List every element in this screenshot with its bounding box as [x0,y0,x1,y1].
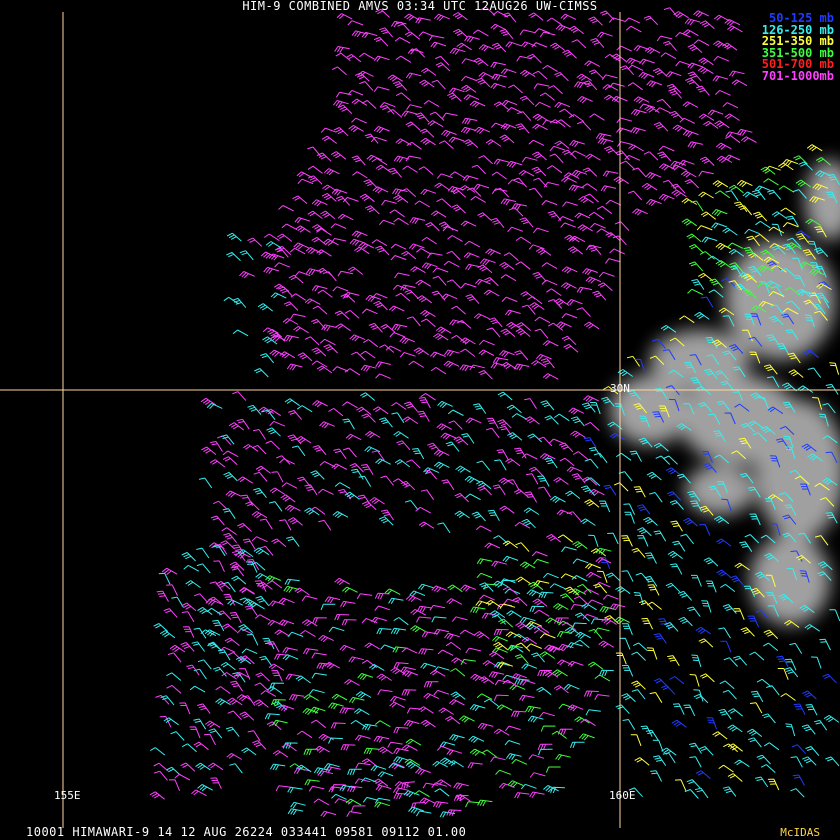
pressure-legend: 50-125 mb 126-250 mb 251-350 mb 351-500 … [761,12,834,83]
lon-label-155e: 155E [54,789,81,802]
lat-label-30n: 30N [610,382,630,395]
footer-metadata: 10001 HIMAWARI-9 14 12 AUG 26224 033441 … [26,825,467,839]
legend-item-701-1000: 701-1000mb [761,68,834,83]
mcidas-logo: McIDAS [780,826,820,839]
image-title: HIM-9 COMBINED AMVS 03:34 UTC 12AUG26 UW… [242,0,598,13]
lon-label-160e: 160E [609,789,636,802]
wind-vector-map [0,6,840,828]
